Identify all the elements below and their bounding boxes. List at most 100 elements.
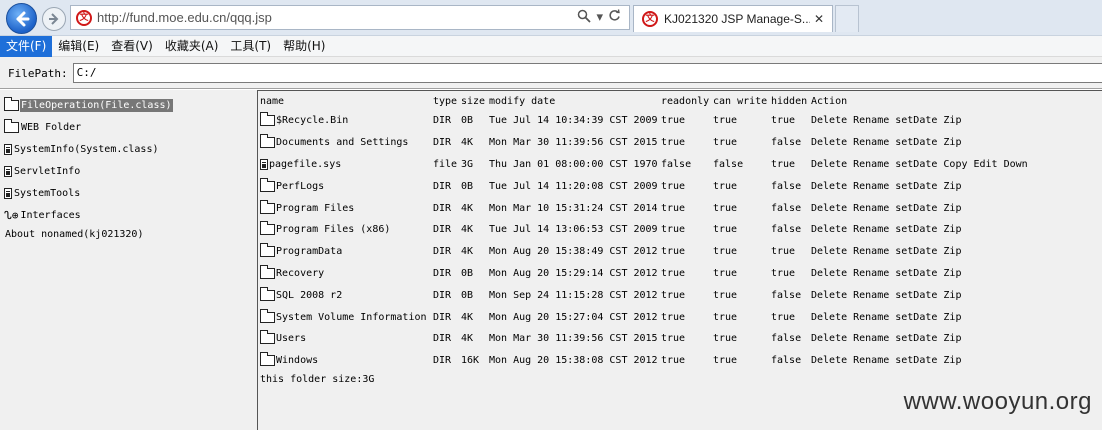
action-zip-link[interactable]: Zip <box>943 333 961 344</box>
menu-view[interactable]: 查看(V) <box>105 36 159 57</box>
sidebar-item-system-tools[interactable]: SystemTools <box>4 182 254 204</box>
cell-name[interactable]: Recovery <box>260 264 433 279</box>
action-setdate-link[interactable]: setDate <box>895 137 937 148</box>
sidebar-item-servlet-info[interactable]: ServletInfo <box>4 160 254 182</box>
action-rename-link[interactable]: Rename <box>853 333 889 344</box>
cell-name[interactable]: Program Files (x86) <box>260 221 433 236</box>
filepath-input[interactable]: C:/ <box>72 63 1102 83</box>
cell-name[interactable]: Program Files <box>260 199 433 214</box>
action-setdate-link[interactable]: setDate <box>895 181 937 192</box>
close-tab-icon[interactable]: ✕ <box>810 12 828 26</box>
cell-name[interactable]: Users <box>260 330 433 345</box>
action-delete-link[interactable]: Delete <box>811 290 847 301</box>
sidebar-item-file-operation[interactable]: FileOperation(File.class) <box>4 94 254 116</box>
action-setdate-link[interactable]: setDate <box>895 268 937 279</box>
menu-edit[interactable]: 编辑(E) <box>52 36 105 57</box>
file-name-link[interactable]: pagefile.sys <box>269 159 341 170</box>
cell-name[interactable]: $Recycle.Bin <box>260 112 433 127</box>
action-setdate-link[interactable]: setDate <box>895 312 937 323</box>
action-zip-link[interactable]: Zip <box>943 268 961 279</box>
file-name-link[interactable]: Program Files (x86) <box>276 224 390 235</box>
url-text[interactable]: http://fund.moe.edu.cn/qqq.jsp <box>97 10 577 25</box>
action-zip-link[interactable]: Zip <box>943 355 961 366</box>
action-setdate-link[interactable]: setDate <box>895 159 937 170</box>
action-zip-link[interactable]: Zip <box>943 224 961 235</box>
cell-name[interactable]: System Volume Information <box>260 308 433 323</box>
action-edit-link[interactable]: Edit <box>974 159 998 170</box>
cell-name[interactable]: pagefile.sys <box>260 158 433 170</box>
cell-readonly: true <box>661 289 686 301</box>
action-delete-link[interactable]: Delete <box>811 312 847 323</box>
action-delete-link[interactable]: Delete <box>811 203 847 214</box>
menu-tools[interactable]: 工具(T) <box>224 36 277 57</box>
action-delete-link[interactable]: Delete <box>811 224 847 235</box>
back-button[interactable] <box>6 3 37 34</box>
action-zip-link[interactable]: Zip <box>943 290 961 301</box>
action-rename-link[interactable]: Rename <box>853 312 889 323</box>
new-tab-button[interactable] <box>835 5 859 32</box>
action-setdate-link[interactable]: setDate <box>895 203 937 214</box>
file-name-link[interactable]: SQL 2008 r2 <box>276 290 342 301</box>
file-name-link[interactable]: ProgramData <box>276 246 342 257</box>
action-delete-link[interactable]: Delete <box>811 137 847 148</box>
sidebar-item-web-folder[interactable]: WEB Folder <box>4 116 254 138</box>
cell-name[interactable]: PerfLogs <box>260 177 433 192</box>
action-zip-link[interactable]: Zip <box>943 203 961 214</box>
menu-favorites[interactable]: 收藏夹(A) <box>159 36 225 57</box>
file-name-link[interactable]: Documents and Settings <box>276 137 408 148</box>
sidebar-item-interfaces[interactable]: ᔐ⊕ Interfaces <box>4 204 254 226</box>
action-zip-link[interactable]: Zip <box>943 115 961 126</box>
file-name-link[interactable]: Recovery <box>276 268 324 279</box>
sidebar-item-label: WEB Folder <box>21 121 82 133</box>
action-rename-link[interactable]: Rename <box>853 181 889 192</box>
file-name-link[interactable]: $Recycle.Bin <box>276 115 348 126</box>
action-delete-link[interactable]: Delete <box>811 246 847 257</box>
action-setdate-link[interactable]: setDate <box>895 355 937 366</box>
action-zip-link[interactable]: Zip <box>943 312 961 323</box>
file-name-link[interactable]: Program Files <box>276 203 354 214</box>
action-down-link[interactable]: Down <box>1004 159 1028 170</box>
action-zip-link[interactable]: Zip <box>943 137 961 148</box>
action-setdate-link[interactable]: setDate <box>895 333 937 344</box>
cell-name[interactable]: Documents and Settings <box>260 134 433 149</box>
menu-file[interactable]: 文件(F) <box>0 35 53 57</box>
dropdown-chevron-icon[interactable]: ▾ <box>596 10 603 25</box>
action-zip-link[interactable]: Zip <box>943 246 961 257</box>
action-rename-link[interactable]: Rename <box>853 137 889 148</box>
action-delete-link[interactable]: Delete <box>811 268 847 279</box>
action-setdate-link[interactable]: setDate <box>895 290 937 301</box>
cell-name[interactable]: SQL 2008 r2 <box>260 286 433 301</box>
cell-name[interactable]: ProgramData <box>260 243 433 258</box>
action-rename-link[interactable]: Rename <box>853 290 889 301</box>
action-setdate-link[interactable]: setDate <box>895 224 937 235</box>
action-delete-link[interactable]: Delete <box>811 355 847 366</box>
file-name-link[interactable]: Users <box>276 333 306 344</box>
action-setdate-link[interactable]: setDate <box>895 115 937 126</box>
sidebar-item-about[interactable]: About nonamed(kj021320) <box>4 226 254 242</box>
address-bar[interactable]: 文 http://fund.moe.edu.cn/qqq.jsp ▾ <box>70 5 630 30</box>
menu-help[interactable]: 帮助(H) <box>277 36 331 57</box>
action-delete-link[interactable]: Delete <box>811 115 847 126</box>
action-delete-link[interactable]: Delete <box>811 333 847 344</box>
action-rename-link[interactable]: Rename <box>853 224 889 235</box>
cell-name[interactable]: Windows <box>260 352 433 367</box>
file-name-link[interactable]: PerfLogs <box>276 181 324 192</box>
action-setdate-link[interactable]: setDate <box>895 246 937 257</box>
action-rename-link[interactable]: Rename <box>853 203 889 214</box>
refresh-icon[interactable] <box>608 9 621 26</box>
action-copy-link[interactable]: Copy <box>943 159 967 170</box>
search-icon[interactable] <box>577 9 592 27</box>
forward-button[interactable] <box>42 7 66 31</box>
file-name-link[interactable]: System Volume Information <box>276 312 427 323</box>
sidebar-item-system-info[interactable]: SystemInfo(System.class) <box>4 138 254 160</box>
action-rename-link[interactable]: Rename <box>853 159 889 170</box>
action-rename-link[interactable]: Rename <box>853 246 889 257</box>
action-rename-link[interactable]: Rename <box>853 268 889 279</box>
browser-tab[interactable]: 文 KJ021320 JSP Manage-S... ✕ <box>633 5 833 32</box>
action-rename-link[interactable]: Rename <box>853 115 889 126</box>
action-delete-link[interactable]: Delete <box>811 159 847 170</box>
action-zip-link[interactable]: Zip <box>943 181 961 192</box>
action-rename-link[interactable]: Rename <box>853 355 889 366</box>
action-delete-link[interactable]: Delete <box>811 181 847 192</box>
file-name-link[interactable]: Windows <box>276 355 318 366</box>
